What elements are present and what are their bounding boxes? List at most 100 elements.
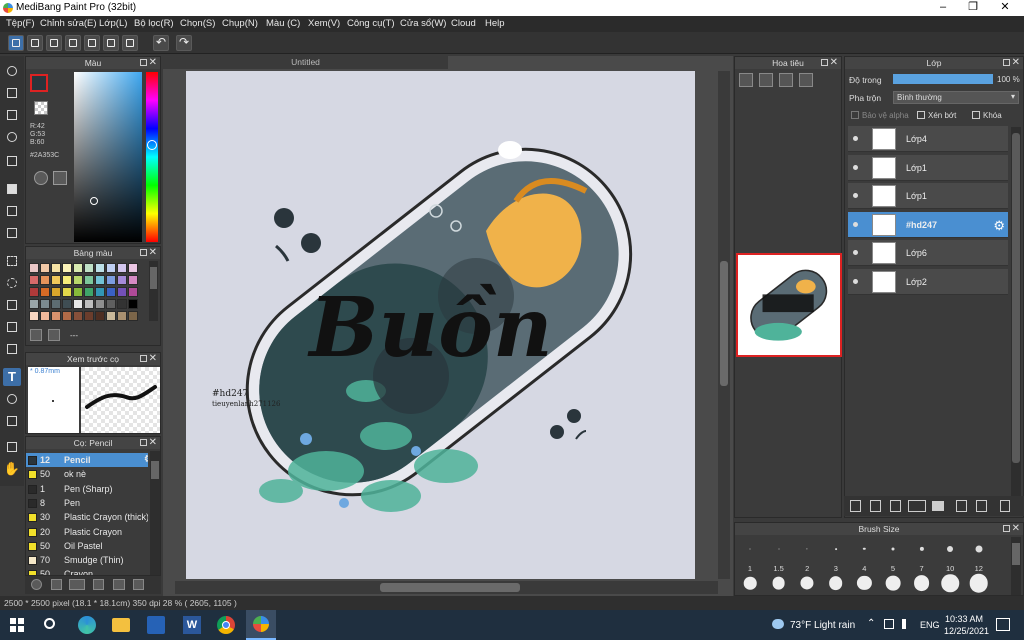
duplicate-layer-icon[interactable] <box>956 500 967 512</box>
palette-swatch[interactable] <box>128 311 138 321</box>
opacity-slider[interactable] <box>893 74 993 84</box>
brush-size-option[interactable]: 10 <box>937 539 963 595</box>
navigator-preview[interactable] <box>736 253 842 357</box>
brush-size-option[interactable]: 3 <box>823 539 849 595</box>
visibility-icon[interactable] <box>853 278 858 284</box>
close-icon[interactable]: ✕ <box>1012 523 1020 534</box>
palette-swatch[interactable] <box>73 263 83 273</box>
brush-settings-icon[interactable] <box>93 579 104 590</box>
brush-tool-icon[interactable] <box>3 62 21 80</box>
palette-swatch[interactable] <box>51 311 61 321</box>
medibang-taskbar-button[interactable] <box>246 610 276 640</box>
palette-swatch[interactable] <box>84 299 94 309</box>
menu-cloud[interactable]: Cloud <box>451 18 476 29</box>
palette-swatch[interactable] <box>128 263 138 273</box>
operation-tool-icon[interactable] <box>3 390 21 408</box>
menu-layer[interactable]: Lớp(L) <box>99 18 127 29</box>
saturation-value-picker[interactable] <box>74 72 142 242</box>
palette-swatch[interactable] <box>95 263 105 273</box>
brush-item[interactable]: 50 Oil Pastel <box>26 539 148 553</box>
brush-item[interactable]: 1 Pen (Sharp) <box>26 482 148 496</box>
visibility-icon[interactable] <box>853 193 858 198</box>
add-brush-icon[interactable] <box>31 579 42 590</box>
redo-icon[interactable]: ↷ <box>176 35 192 51</box>
palette-swatch[interactable] <box>40 287 50 297</box>
palette-swatch[interactable] <box>29 263 39 273</box>
vertical-scrollbar[interactable] <box>718 71 730 579</box>
brush-size-option[interactable]: 1 <box>737 539 763 595</box>
palette-swatch[interactable] <box>51 299 61 309</box>
palette-swatch[interactable] <box>29 275 39 285</box>
palette-swatch[interactable] <box>29 299 39 309</box>
layer-row[interactable]: Lớp6 <box>848 240 1008 266</box>
lock-checkbox[interactable]: Khóa <box>972 111 1002 120</box>
visibility-icon[interactable] <box>853 164 858 170</box>
brush-item[interactable]: 20 Plastic Crayon <box>26 525 148 539</box>
float-icon[interactable] <box>1003 59 1010 66</box>
canvas[interactable]: Buồn #hd247 tieuyenlanh271126 <box>186 71 695 579</box>
close-icon[interactable]: ✕ <box>149 247 157 258</box>
palette-swatch[interactable] <box>84 263 94 273</box>
visibility-icon[interactable] <box>853 250 858 255</box>
brush-menu-icon[interactable] <box>69 579 85 590</box>
secondary-color-swatch[interactable] <box>34 101 48 115</box>
menu-select[interactable]: Chọn(S) <box>180 18 215 29</box>
layer-row[interactable]: Lớp4 <box>848 126 1008 152</box>
palette-swatch[interactable] <box>95 299 105 309</box>
close-window-button[interactable]: ✕ <box>990 0 1020 16</box>
store-icon[interactable] <box>147 616 165 634</box>
comment-icon[interactable] <box>46 35 62 51</box>
layer-row[interactable]: Lớp1 <box>848 154 1008 181</box>
close-icon[interactable]: ✕ <box>830 57 838 68</box>
minimize-button[interactable]: – <box>928 0 958 16</box>
brush-settings-gear-icon[interactable]: ⚙ <box>144 454 148 465</box>
palette-swatch[interactable] <box>106 311 116 321</box>
brush-item[interactable]: 50 Crayon <box>26 567 148 575</box>
delete-palette-icon[interactable] <box>48 329 60 341</box>
palette-swatch[interactable] <box>51 287 61 297</box>
shape-tool-icon[interactable] <box>3 106 21 124</box>
visibility-icon[interactable] <box>853 221 858 227</box>
float-icon[interactable] <box>821 59 828 66</box>
undo-icon[interactable]: ↶ <box>153 35 169 51</box>
brush-size-option[interactable]: 2 <box>794 539 820 595</box>
palette-swatch[interactable] <box>40 263 50 273</box>
palette-swatch[interactable] <box>73 299 83 309</box>
move-tool-icon[interactable] <box>3 152 21 170</box>
brush-size-option[interactable]: 5 <box>880 539 906 595</box>
palette-swatch[interactable] <box>84 275 94 285</box>
chevron-up-icon[interactable]: ⌃ <box>867 618 875 629</box>
palette-swatch[interactable] <box>40 311 50 321</box>
divide-tool-icon[interactable] <box>3 412 21 430</box>
blend-mode-select[interactable]: Bình thường ▾ <box>893 91 1019 104</box>
document-tab[interactable]: Untitled <box>163 56 448 69</box>
palette-swatch[interactable] <box>73 287 83 297</box>
float-icon[interactable] <box>140 355 147 362</box>
clipping-checkbox[interactable]: Xén bớt <box>917 111 956 120</box>
palette-swatch[interactable] <box>29 287 39 297</box>
eyedropper-tool-icon[interactable] <box>3 438 21 456</box>
palette-swatch[interactable] <box>95 287 105 297</box>
layer-folder-icon[interactable] <box>932 501 944 511</box>
layer-row[interactable]: Lớp1 <box>848 183 1008 209</box>
chat-icon[interactable] <box>65 35 81 51</box>
palette-swatch[interactable] <box>128 299 138 309</box>
language-indicator[interactable]: ENG <box>920 620 940 630</box>
menu-edit[interactable]: Chỉnh sửa(E) <box>40 18 97 29</box>
palette-swatch[interactable] <box>40 275 50 285</box>
palette-swatch[interactable] <box>73 275 83 285</box>
brush-item[interactable]: 30 Plastic Crayon (thick) <box>26 510 148 524</box>
weather-icon[interactable] <box>772 619 784 629</box>
palette-swatch[interactable] <box>51 275 61 285</box>
layer-row[interactable]: Lớp2 <box>848 268 1008 295</box>
volume-icon[interactable] <box>902 619 912 629</box>
palette-swatch[interactable] <box>117 311 127 321</box>
float-icon[interactable] <box>1003 525 1010 532</box>
magic-wand-tool-icon[interactable] <box>3 296 21 314</box>
clock[interactable]: 10:33 AM 12/25/2021 <box>944 613 989 637</box>
primary-color-swatch[interactable] <box>30 74 48 92</box>
notifications-icon[interactable] <box>996 618 1010 631</box>
protect-alpha-checkbox[interactable]: Bảo vệ alpha <box>851 111 909 120</box>
new-halftone-layer-icon[interactable] <box>870 500 881 512</box>
select-tool-icon[interactable] <box>3 252 21 270</box>
